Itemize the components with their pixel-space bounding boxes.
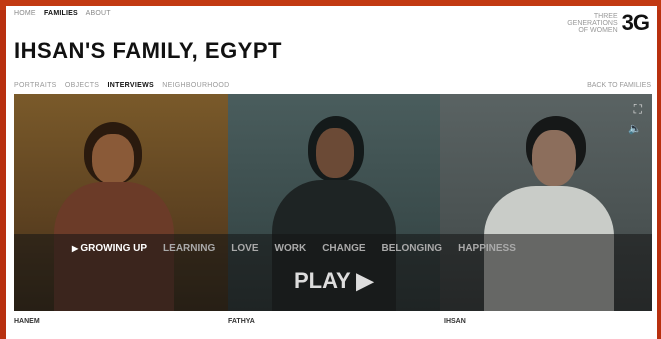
face-shape — [92, 134, 134, 184]
top-nav: HOME FAMILIES ABOUT — [14, 10, 117, 17]
tab-portraits[interactable]: PORTRAITS — [14, 82, 57, 89]
section-tabs: PORTRAITS OBJECTS INTERVIEWS NEIGHBOURHO… — [14, 82, 236, 89]
fullscreen-icon[interactable]: ⛶ — [634, 102, 642, 117]
interview-video-player[interactable]: ⛶ 🔈 GROWING UP LEARNING LOVE WORK CHANGE… — [14, 94, 652, 311]
logo-mark: 3G — [621, 10, 650, 35]
caption-ihsan: IHSAN — [444, 318, 466, 325]
nav-home[interactable]: HOME — [14, 10, 36, 17]
logo-line-2: GENERATIONS — [567, 19, 618, 27]
back-to-families-link[interactable]: BACK TO FAMILIES — [587, 82, 651, 89]
logo-line-3: OF WOMEN — [578, 26, 618, 34]
logo-text: THREE GENERATIONS OF WOMEN — [567, 13, 617, 34]
play-button[interactable]: PLAY ▶ — [294, 268, 373, 294]
caption-fathya: FATHYA — [228, 318, 255, 325]
chapter-happiness[interactable]: HAPPINESS — [458, 243, 516, 254]
face-shape — [532, 130, 576, 186]
tab-neighbourhood[interactable]: NEIGHBOURHOOD — [162, 82, 229, 89]
caption-hanem: HANEM — [14, 318, 40, 325]
nav-families[interactable]: FAMILIES — [44, 10, 78, 17]
logo-line-1: THREE — [593, 12, 618, 20]
chapter-learning[interactable]: LEARNING — [163, 243, 215, 254]
speaker-icon[interactable]: 🔈 — [628, 122, 642, 135]
page-title: IHSAN'S FAMILY, EGYPT — [14, 38, 282, 63]
chapter-growing-up[interactable]: GROWING UP — [72, 243, 147, 254]
chapter-change[interactable]: CHANGE — [322, 243, 365, 254]
nav-about[interactable]: ABOUT — [86, 10, 111, 17]
chapter-list: GROWING UP LEARNING LOVE WORK CHANGE BEL… — [72, 243, 516, 254]
face-shape — [316, 128, 354, 178]
tab-objects[interactable]: OBJECTS — [65, 82, 99, 89]
chapter-love[interactable]: LOVE — [231, 243, 258, 254]
chapter-work[interactable]: WORK — [275, 243, 307, 254]
tab-interviews[interactable]: INTERVIEWS — [108, 82, 154, 89]
page: HOME FAMILIES ABOUT THREE GENERATIONS OF… — [6, 6, 657, 339]
site-logo[interactable]: THREE GENERATIONS OF WOMEN 3G — [567, 10, 650, 36]
chapter-bar: GROWING UP LEARNING LOVE WORK CHANGE BEL… — [14, 234, 652, 311]
chapter-belonging[interactable]: BELONGING — [382, 243, 443, 254]
